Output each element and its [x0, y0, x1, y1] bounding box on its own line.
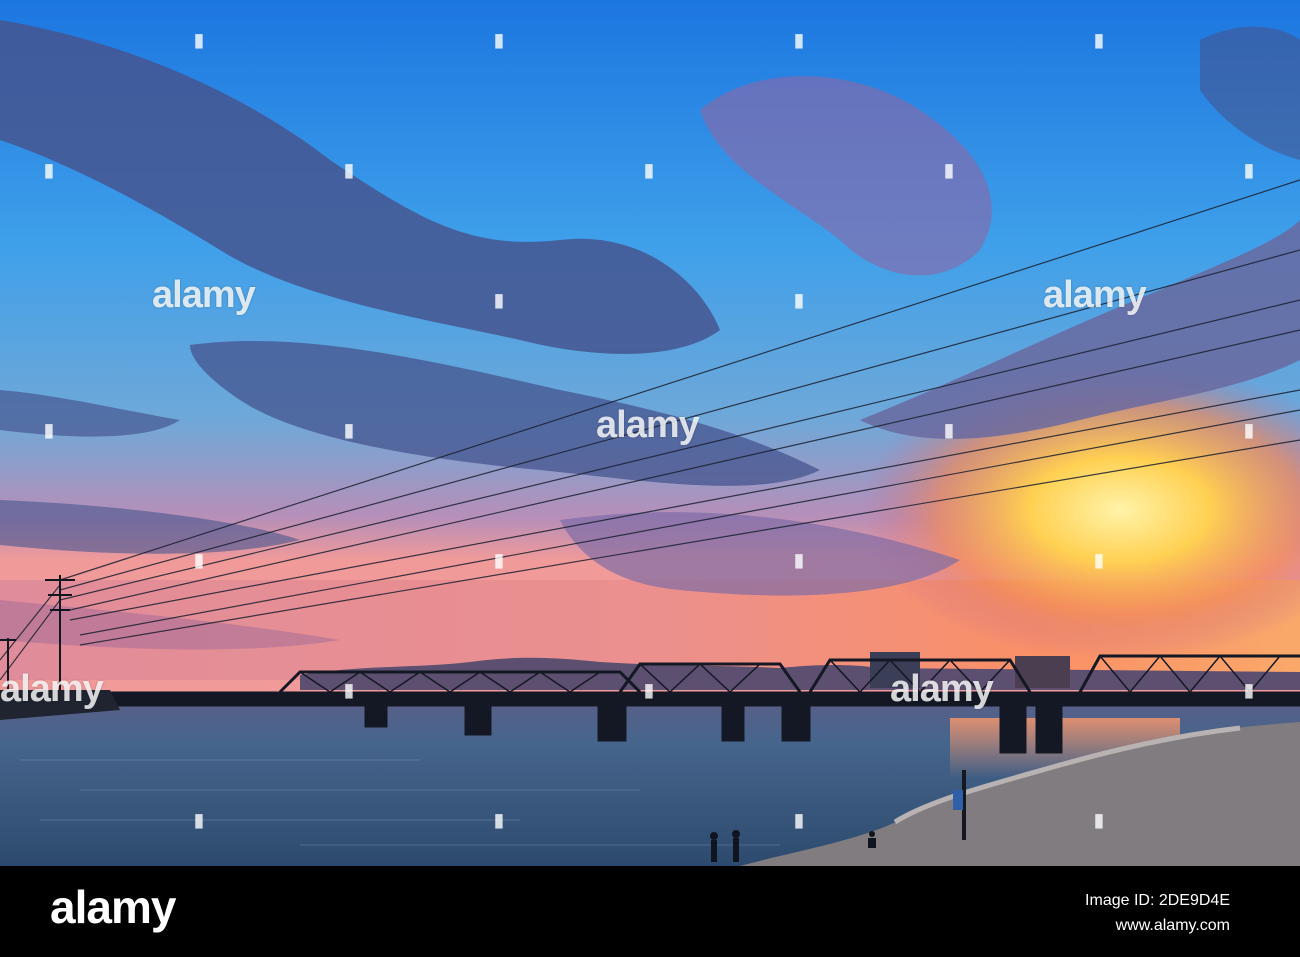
stock-photo: alamy alamy alamy alamy alamy ▮ ▮ ▮ ▮ ▮ …: [0, 0, 1300, 957]
website-label: www.alamy.com: [1115, 917, 1230, 934]
watermark: alamy: [152, 274, 256, 316]
watermark: alamy: [1043, 274, 1147, 316]
alamy-logo: alamy: [50, 881, 176, 933]
watermark: alamy: [890, 668, 994, 710]
watermark: alamy: [0, 668, 104, 710]
footer-bar: [0, 866, 1300, 957]
watermark: alamy: [596, 404, 700, 446]
image-id-label: Image ID: 2DE9D4E: [1085, 892, 1230, 909]
